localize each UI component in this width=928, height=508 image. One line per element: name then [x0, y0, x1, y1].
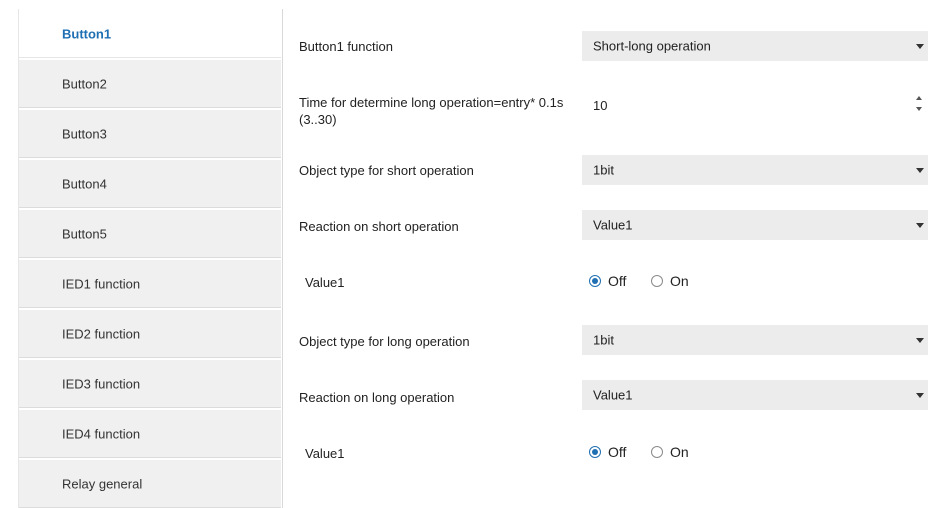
long-time-label: Time for determine long operation=entry*… [299, 95, 564, 110]
sidebar-item-label: Button3 [62, 126, 107, 141]
long-object-type-value: 1bit [593, 332, 614, 348]
sidebar-item-ied2-function[interactable]: IED2 function [19, 309, 281, 358]
sidebar-item-button5[interactable]: Button5 [19, 209, 281, 258]
short-reaction-label: Reaction on short operation [299, 219, 459, 234]
short-object-type-label: Object type for short operation [299, 163, 474, 178]
button-function-label: Button1 function [299, 39, 393, 54]
sidebar-item-label: Relay general [62, 476, 143, 491]
radio-label: On [670, 444, 689, 460]
sidebar-item-ied4-function[interactable]: IED4 function [19, 409, 281, 458]
chevron-down-icon [916, 168, 924, 173]
sidebar-item-button1[interactable]: Button1 [19, 9, 281, 58]
chevron-down-icon [916, 393, 924, 398]
sidebar: Button1 Button2 Button3 Button4 Button5 … [18, 9, 283, 508]
short-reaction-value: Value1 [593, 217, 633, 233]
parameter-panel: Button1 function Short-long operation Ti… [282, 0, 928, 508]
sidebar-item-relay-general[interactable]: Relay general [19, 459, 281, 508]
long-object-type-label: Object type for long operation [299, 334, 470, 349]
sidebar-item-label: Button2 [62, 76, 107, 91]
long-reaction-label: Reaction on long operation [299, 390, 455, 405]
radio-label: On [670, 273, 689, 289]
long-reaction-select[interactable]: Value1 [582, 380, 928, 410]
sidebar-item-button3[interactable]: Button3 [19, 109, 281, 158]
button-function-select[interactable]: Short-long operation [582, 31, 928, 61]
short-object-type-select[interactable]: 1bit [582, 155, 928, 185]
radio-label: Off [608, 273, 627, 289]
sidebar-item-label: Button5 [62, 226, 107, 241]
chevron-down-icon [916, 44, 924, 49]
long-time-stepper[interactable] [582, 89, 928, 119]
spin-down-icon[interactable] [916, 107, 922, 111]
long-object-type-select[interactable]: 1bit [582, 325, 928, 355]
short-reaction-select[interactable]: Value1 [582, 210, 928, 240]
sidebar-item-ied1-function[interactable]: IED1 function [19, 259, 281, 308]
sidebar-item-label: IED1 function [62, 276, 141, 291]
sidebar-item-label: Button1 [62, 26, 112, 41]
sidebar-item-label: IED2 function [62, 326, 141, 341]
sidebar-item-ied3-function[interactable]: IED3 function [19, 359, 281, 408]
button-function-value: Short-long operation [593, 38, 711, 54]
short-object-type-value: 1bit [593, 162, 614, 178]
sidebar-item-label: IED4 function [62, 426, 141, 441]
long-time-range-label: (3..30) [299, 112, 337, 127]
radio-unchecked-icon [651, 275, 663, 287]
chevron-down-icon [916, 223, 924, 228]
sidebar-item-label: IED3 function [62, 376, 141, 391]
spin-arrows-icon[interactable] [916, 96, 924, 114]
sidebar-item-button4[interactable]: Button4 [19, 159, 281, 208]
radio-checked-icon [589, 275, 601, 287]
long-time-input[interactable] [593, 95, 893, 115]
short-value-label: Value1 [305, 275, 345, 290]
sidebar-item-button2[interactable]: Button2 [19, 59, 281, 108]
radio-label: Off [608, 444, 627, 460]
spin-up-icon[interactable] [916, 96, 922, 100]
sidebar-item-label: Button4 [62, 176, 107, 191]
radio-checked-icon [589, 446, 601, 458]
chevron-down-icon [916, 338, 924, 343]
long-reaction-value: Value1 [593, 387, 633, 403]
long-value-label: Value1 [305, 446, 345, 461]
radio-unchecked-icon [651, 446, 663, 458]
